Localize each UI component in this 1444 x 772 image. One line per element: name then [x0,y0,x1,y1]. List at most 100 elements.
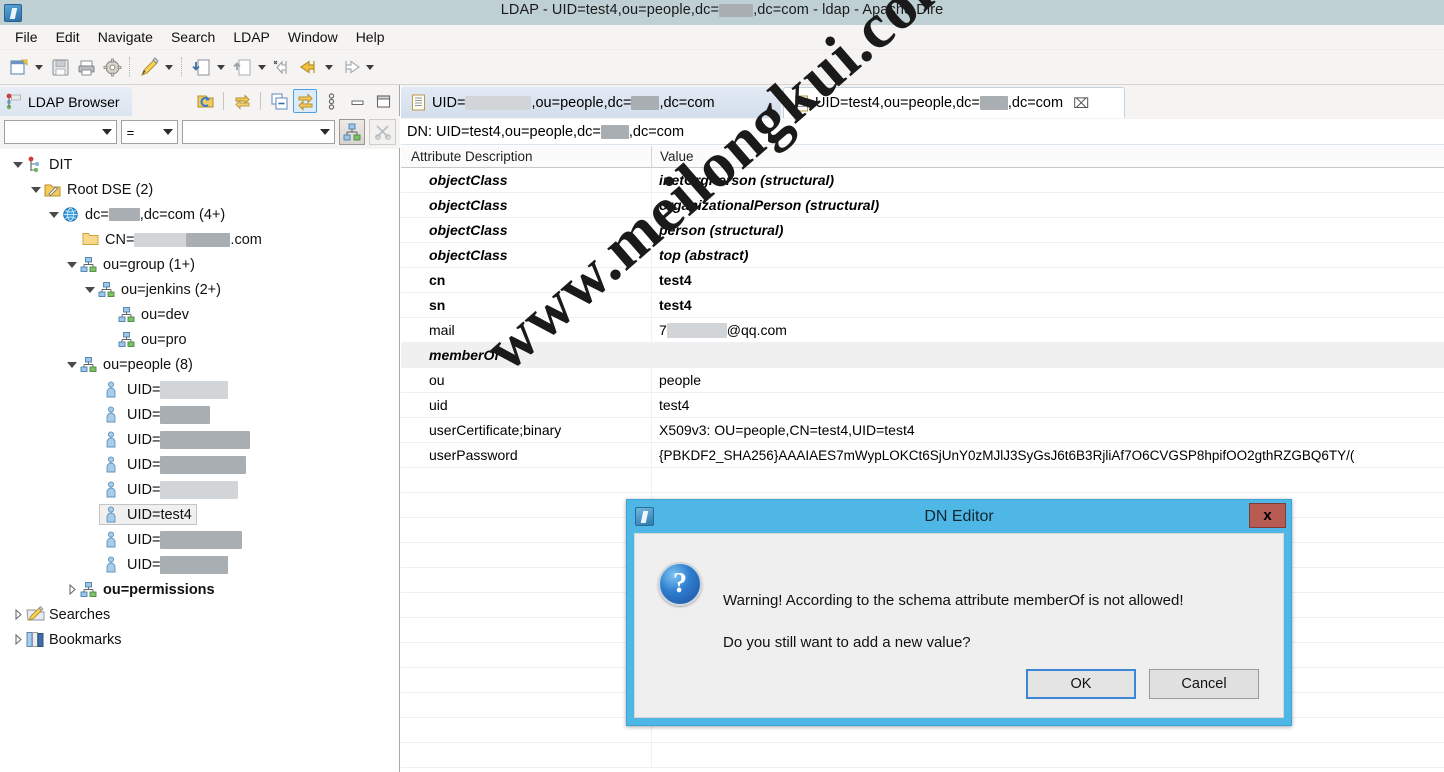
close-icon[interactable]: ⌧ [1073,95,1089,112]
menu-ldap[interactable]: LDAP [224,27,279,47]
import-icon[interactable] [189,55,213,79]
minimize-icon[interactable] [345,89,369,113]
import-dropdown-caret[interactable] [214,56,227,78]
tree-node-uid-5[interactable]: UID= [0,477,399,502]
table-row-empty[interactable] [401,467,1444,493]
tree-label-uid-3: UID= [127,430,251,449]
clear-filter-button[interactable] [369,119,396,145]
twisty-expanded-icon-2[interactable] [28,186,44,193]
twisty-collapsed-icon[interactable] [64,584,80,595]
redacted-cn-1 [134,232,187,247]
tree-node-ou-jenkins[interactable]: ou=jenkins (2+) [0,277,399,302]
table-row[interactable]: objectClass organizationalPerson (struct… [401,192,1444,218]
filter-attribute-combo[interactable] [4,120,117,144]
tree-node-cn[interactable]: CN= .com [0,227,399,252]
editor-tab-inactive[interactable]: UID= ,ou=people,dc= ,dc=com [401,87,781,118]
tree-label-uid-4: UID= [127,455,247,474]
redacted-uid-7 [160,555,229,574]
dit-icon [26,156,44,173]
table-row[interactable]: objectClass inetOrgPerson (structural) [401,167,1444,193]
table-row-empty[interactable] [401,742,1444,768]
tree-node-searches[interactable]: Searches [0,602,399,627]
ok-button[interactable]: OK [1026,669,1136,699]
table-row[interactable]: objectClass top (abstract) [401,242,1444,268]
dn-bar: DN: UID=test4,ou=people,dc= ,dc=com [401,119,1444,145]
toolbar-separator [129,57,132,77]
tree-node-uid-4[interactable]: UID= [0,452,399,477]
column-header-attribute[interactable]: Attribute Description [401,146,652,168]
cancel-button[interactable]: Cancel [1149,669,1259,699]
tree-node-uid-1[interactable]: UID= [0,377,399,402]
tree-node-bookmarks[interactable]: Bookmarks [0,627,399,652]
properties-gear-icon[interactable] [100,55,124,79]
forward-icon[interactable] [338,55,362,79]
sync-icon[interactable] [230,89,254,113]
forward-dropdown-caret[interactable] [363,56,376,78]
refresh-icon[interactable] [193,89,217,113]
column-header-value[interactable]: Value [652,149,1444,164]
tree-node-root-dse[interactable]: Root DSE (2) [0,177,399,202]
tree-node-ou-group[interactable]: ou=group (1+) [0,252,399,277]
editor-tabbar: UID= ,ou=people,dc= ,dc=com UID=test4,ou=p… [401,85,1444,119]
export-icon[interactable] [230,55,254,79]
tree-node-ou-permissions[interactable]: ou=permissions [0,577,399,602]
editor-tab-active[interactable]: UID=test4,ou=people,dc= ,dc=com ⌧ [783,87,1125,118]
twisty-collapsed-icon-2[interactable] [10,609,26,620]
ou-icon-3 [118,306,136,323]
table-row[interactable]: userCertificate;binary X509v3: OU=people… [401,417,1444,443]
table-row[interactable]: ou people [401,367,1444,393]
redacted-dn-dc [600,124,629,139]
tree-node-uid-7[interactable]: UID= [0,552,399,577]
table-row[interactable]: objectClass person (structural) [401,217,1444,243]
tree-node-uid-test4[interactable]: UID=test4 [0,502,399,527]
table-row[interactable]: cn test4 [401,267,1444,293]
new-entry-icon[interactable] [7,55,31,79]
menu-edit[interactable]: Edit [47,27,89,47]
table-row-memberof[interactable]: memberOf [401,342,1444,368]
table-row[interactable]: uid test4 [401,392,1444,418]
edit-pencil-icon[interactable] [137,55,161,79]
maximize-icon[interactable] [371,89,395,113]
filter-operator-combo[interactable]: = [120,120,179,144]
export-dropdown-caret[interactable] [255,56,268,78]
tree-node-uid-6[interactable]: UID= [0,527,399,552]
menu-help[interactable]: Help [347,27,394,47]
twisty-expanded-icon-3[interactable] [46,211,62,218]
dit-tree[interactable]: DIT Root DSE (2) dc= ,dc=com (4+) CN= .c… [0,149,399,772]
filter-value-combo[interactable] [182,120,335,144]
back-dropdown-caret[interactable] [322,56,335,78]
save-icon[interactable] [48,55,72,79]
new-dropdown-caret[interactable] [32,56,45,78]
twisty-collapsed-icon-3[interactable] [10,634,26,645]
print-icon[interactable] [74,55,98,79]
menu-window[interactable]: Window [279,27,347,47]
view-menu-icon[interactable] [319,89,343,113]
link-with-editor-icon[interactable] [293,89,317,113]
table-row[interactable]: userPassword {PBKDF2_SHA256}AAAIAES7mWyp… [401,442,1444,468]
twisty-expanded-icon[interactable] [10,161,26,168]
back-small-icon[interactable] [271,55,295,79]
tree-node-ou-people[interactable]: ou=people (8) [0,352,399,377]
menu-search[interactable]: Search [162,27,224,47]
table-row[interactable]: sn test4 [401,292,1444,318]
back-icon[interactable] [297,55,321,79]
menu-navigate[interactable]: Navigate [89,27,162,47]
twisty-expanded-icon-5[interactable] [82,286,98,293]
twisty-expanded-icon-6[interactable] [64,361,80,368]
tree-node-ou-dev[interactable]: ou=dev [0,302,399,327]
tab-ldap-browser[interactable]: LDAP Browser [0,87,132,116]
tree-node-dc[interactable]: dc= ,dc=com (4+) [0,202,399,227]
tree-node-uid-3[interactable]: UID= [0,427,399,452]
apply-filter-button[interactable] [338,119,366,145]
collapse-all-icon[interactable] [267,89,291,113]
tree-node-ou-pro[interactable]: ou=pro [0,327,399,352]
tree-node-uid-2[interactable]: UID= [0,402,399,427]
cell-value: person (structural) [659,222,784,238]
menu-file[interactable]: File [6,27,47,47]
table-row[interactable]: mail 7 @qq.com [401,317,1444,343]
redacted-uid-3 [160,430,251,449]
edit-dropdown-caret[interactable] [162,56,175,78]
tree-node-dit[interactable]: DIT [0,152,399,177]
dialog-close-button[interactable]: x [1249,503,1286,528]
twisty-expanded-icon-4[interactable] [64,261,80,268]
